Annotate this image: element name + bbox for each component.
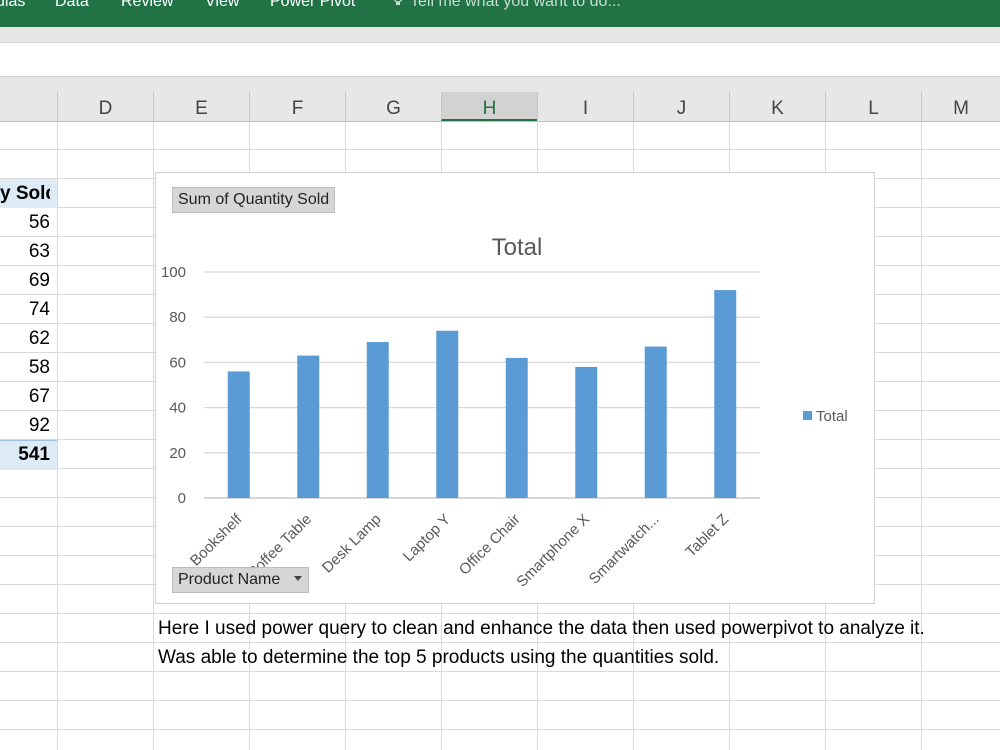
bar: [505, 357, 528, 498]
tab-data[interactable]: Data: [55, 0, 89, 11]
ribbon: ulas Data Review View Power Pivot Tell m…: [0, 0, 1000, 27]
pivot-header: y Sold: [0, 183, 50, 204]
tab-review[interactable]: Review: [121, 0, 173, 11]
column-header-f[interactable]: F: [249, 92, 345, 121]
formula-bar[interactable]: [0, 43, 1000, 77]
note-line-1[interactable]: Here I used power query to clean and enh…: [158, 618, 925, 640]
bar: [575, 366, 598, 498]
y-tick-label: 80: [169, 309, 186, 326]
bar: [297, 355, 320, 498]
pivot-value[interactable]: 69: [0, 270, 50, 292]
column-header-h[interactable]: H: [441, 92, 537, 121]
tab-formulas[interactable]: ulas: [0, 0, 25, 11]
y-tick-label: 20: [169, 445, 186, 462]
column-header-partial[interactable]: [0, 92, 57, 121]
bar: [644, 346, 667, 498]
pivot-value[interactable]: 63: [0, 241, 50, 263]
chart-plot: Total020406080100BookshelfCoffee Table De…: [161, 234, 848, 591]
column-header-g[interactable]: G: [345, 92, 441, 121]
column-headers: D E F G H I J K L M: [0, 92, 1000, 122]
pivot-value[interactable]: 56: [0, 212, 50, 234]
bar: [436, 330, 459, 498]
y-tick-label: 40: [169, 400, 186, 417]
column-header-d[interactable]: D: [57, 92, 153, 121]
axis-field-button[interactable]: Product Name: [172, 567, 309, 593]
x-tick-label: Tablet Z: [682, 511, 732, 561]
tab-view[interactable]: View: [205, 0, 239, 11]
note-line-2[interactable]: Was able to determine the top 5 products…: [158, 647, 719, 669]
bar: [714, 290, 737, 498]
column-header-i[interactable]: I: [537, 92, 633, 121]
axis-field-label: Product Name: [178, 571, 281, 588]
bar: [366, 342, 389, 498]
column-header-m[interactable]: M: [921, 92, 1000, 121]
pivot-value[interactable]: 74: [0, 299, 50, 321]
y-tick-label: 100: [161, 264, 186, 281]
pivot-value[interactable]: 58: [0, 357, 50, 379]
lightbulb-icon: [393, 0, 403, 5]
column-header-e[interactable]: E: [153, 92, 249, 121]
triangle-down-icon[interactable]: [293, 575, 303, 583]
x-tick-label: Desk Lamp: [319, 511, 385, 577]
pivot-value[interactable]: 67: [0, 386, 50, 408]
pivot-chart[interactable]: Sum of Quantity Sold Total 0 20 40 60 80 100 Bo…: [155, 172, 875, 604]
legend-swatch: [803, 411, 812, 420]
column-header-k[interactable]: K: [729, 92, 825, 121]
pivot-grand-total: 541: [18, 444, 50, 465]
x-tick-label: Smartwatch...: [586, 511, 663, 588]
x-tick-label: Smartphone X: [513, 511, 593, 591]
y-tick-label: 60: [169, 354, 186, 371]
x-tick-label: Bookshelf: [187, 510, 246, 569]
column-header-j[interactable]: J: [633, 92, 729, 121]
tab-power-pivot[interactable]: Power Pivot: [270, 0, 355, 11]
x-tick-label: Laptop Y: [400, 511, 454, 565]
y-tick-label: 0: [178, 490, 186, 507]
pivot-value[interactable]: 92: [0, 415, 50, 437]
tell-me-search[interactable]: Tell me what you want to do...: [392, 0, 621, 11]
legend-label: Total: [816, 408, 848, 425]
bar: [227, 371, 250, 498]
tell-me-text: Tell me what you want to do...: [410, 0, 621, 10]
ribbon-strip: [0, 27, 1000, 43]
column-header-l[interactable]: L: [825, 92, 921, 121]
x-tick-label: Office Chair: [456, 511, 524, 579]
chart-title: Total: [492, 234, 543, 261]
pivot-value[interactable]: 62: [0, 328, 50, 350]
name-strip: [0, 77, 1000, 92]
